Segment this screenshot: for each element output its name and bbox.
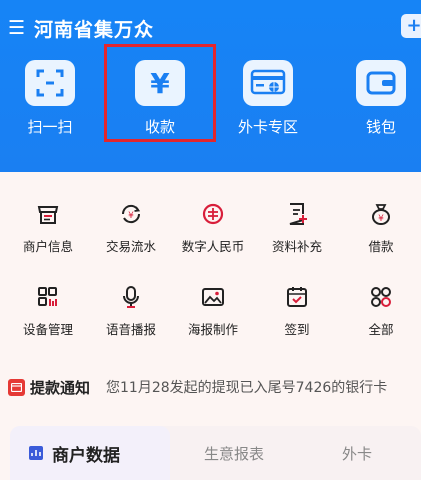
shop-info-icon [6,200,90,228]
notice-text: 您11月28发起的提现已入尾号7426的银行卡 [106,380,388,396]
chart-icon [29,446,43,460]
digital-rmb-icon [171,200,255,228]
plus-icon[interactable]: + [401,14,421,38]
tab-merchant-data[interactable]: 商户数据 [10,426,170,480]
grid-item-loan[interactable]: ¥ 借款 [339,200,421,255]
grid-item-merchant-info[interactable]: 商户信息 [6,200,90,255]
tab-label: 商户数据 [52,445,120,466]
grid-label: 签到 [284,322,310,337]
card-globe-icon [243,60,293,106]
svg-text:¥: ¥ [378,214,384,224]
grid-label: 商户信息 [22,239,73,254]
scan-icon [25,60,75,106]
loan-bag-icon: ¥ [339,200,421,228]
grid-item-device-management[interactable]: 设备管理 [6,283,90,338]
svg-text:¥: ¥ [128,211,134,221]
image-icon [171,283,255,311]
grid-label: 设备管理 [22,322,73,337]
grid-label: 借款 [368,239,394,254]
quick-action-label: 钱包 [365,118,396,136]
tab-foreign-card[interactable]: 外卡 [342,443,372,464]
grid-item-transactions[interactable]: ¥ 交易流水 [89,200,173,255]
grid-item-supplement-info[interactable]: 资料补充 [255,200,339,255]
header-banner: ☰ 河南省集万众 + 扫一扫 ¥ 收款 外卡专区 钱包 [0,0,421,172]
grid-item-digital-rmb[interactable]: 数字人民币 [171,200,255,255]
grid-label: 全部 [368,322,394,337]
top-bar: ☰ 河南省集万众 [8,14,154,42]
grid-item-voice-broadcast[interactable]: 语音播报 [89,283,173,338]
grid-label: 数字人民币 [181,239,245,254]
quick-action-wallet[interactable]: 钱包 [336,60,421,137]
grid-all-icon [339,283,421,311]
notice-badge-icon [8,378,25,396]
tab-business-report[interactable]: 生意报表 [204,443,264,464]
calendar-check-icon [255,283,339,311]
doc-add-icon [255,200,339,228]
quick-action-label: 扫一扫 [27,118,73,136]
grid-label: 资料补充 [271,239,322,254]
grid-label: 交易流水 [105,239,156,254]
transaction-icon: ¥ [89,200,173,228]
app-title: 河南省集万众 [34,18,155,41]
grid-label: 海报制作 [187,322,238,337]
device-icon [6,283,90,311]
highlight-box [104,44,216,142]
grid-item-poster[interactable]: 海报制作 [171,283,255,338]
wallet-icon [356,60,406,106]
notice-title: 提款通知 [30,378,91,397]
menu-icon[interactable]: ☰ [8,17,25,39]
quick-action-foreign-card[interactable]: 外卡专区 [223,60,313,137]
microphone-icon [89,283,173,311]
merchant-data-card: 商户数据 生意报表 外卡 [10,426,421,480]
quick-action-scan[interactable]: 扫一扫 [5,60,95,137]
grid-item-check-in[interactable]: 签到 [255,283,339,338]
quick-action-label: 外卡专区 [237,118,298,136]
grid-item-all[interactable]: 全部 [339,283,421,338]
withdrawal-notice[interactable]: 提款通知 您11月28发起的提现已入尾号7426的银行卡 [8,372,421,402]
grid-label: 语音播报 [105,322,156,337]
